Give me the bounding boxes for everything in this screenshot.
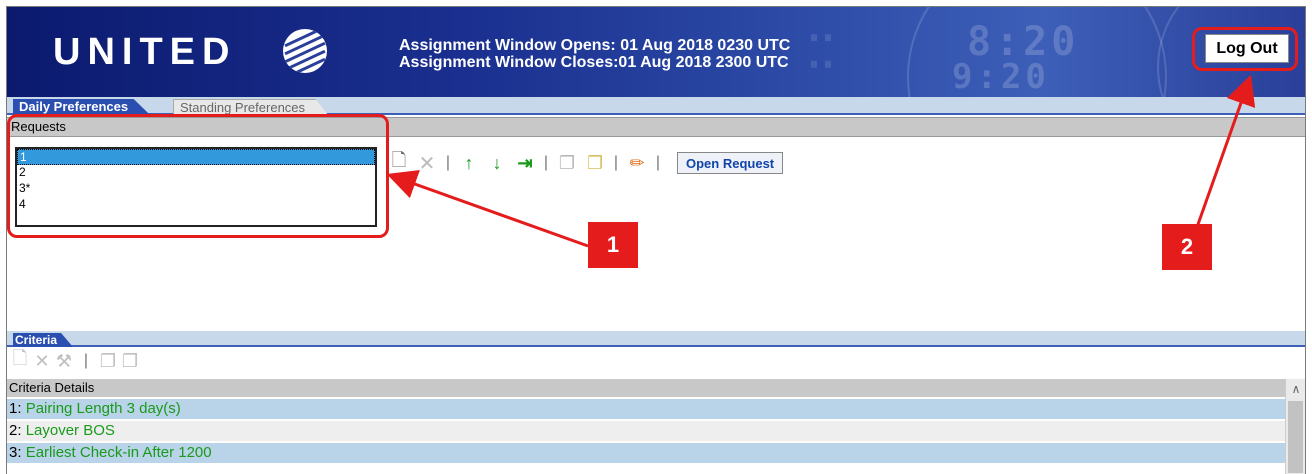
window-opens-text: Assignment Window Opens: 01 Aug 2018 023…: [399, 37, 791, 54]
criteria-row-text: Layover BOS: [25, 422, 115, 439]
toolbar-separator: |: [613, 154, 619, 171]
criteria-row-number: 1:: [9, 400, 22, 417]
tab-standing-preferences[interactable]: Standing Preferences: [173, 99, 329, 115]
criteria-row-number: 3:: [9, 444, 22, 461]
tab-criteria[interactable]: Criteria: [13, 333, 74, 347]
preferences-tabs: Standing Preferences Daily Preferences: [7, 97, 1305, 115]
requests-toolbar: 🗋 ✕ | ↑ ↓ ⇥ | ❐ ❐ | ✏ | Open Request: [389, 150, 784, 175]
delete-icon[interactable]: ✕: [33, 350, 51, 372]
new-icon[interactable]: 🗋: [11, 348, 29, 372]
header-banner: ⁚⁚ 8:20 9:20 UNITED Assignment Window Op…: [7, 7, 1305, 97]
callout-highlight-logout: [1192, 27, 1298, 71]
edit-pencil-icon[interactable]: ✏: [627, 152, 647, 174]
callout-badge-1: 1: [588, 222, 638, 268]
criteria-tab-row: Criteria: [7, 331, 1305, 347]
move-down-icon[interactable]: ↓: [487, 152, 507, 174]
paste-icon[interactable]: ❐: [585, 152, 605, 174]
decorative-clock-digits: ⁚⁚: [807, 27, 835, 78]
criteria-toolbar: 🗋 ✕ ⚒ | ❐ ❐: [11, 348, 139, 373]
assignment-window-info: Assignment Window Opens: 01 Aug 2018 023…: [399, 37, 790, 71]
criteria-row[interactable]: 1: Pairing Length 3 day(s): [7, 399, 1285, 419]
scroll-thumb[interactable]: [1288, 401, 1303, 473]
decorative-clock-digits: 9:20: [952, 57, 1050, 97]
criteria-row[interactable]: 3: Earliest Check-in After 1200: [7, 443, 1285, 463]
move-up-icon[interactable]: ↑: [459, 152, 479, 174]
criteria-row[interactable]: 2: Layover BOS: [7, 421, 1285, 441]
criteria-details-header: Criteria Details: [7, 379, 1285, 397]
toolbar-separator: |: [83, 352, 89, 369]
toolbar-separator: |: [445, 154, 451, 171]
callout-badge-2: 2: [1162, 224, 1212, 270]
globe-logo-icon: [283, 29, 327, 73]
window-closes-text: Assignment Window Closes:01 Aug 2018 230…: [399, 54, 789, 71]
delete-icon[interactable]: ✕: [417, 152, 437, 175]
tab-daily-preferences[interactable]: Daily Preferences: [13, 99, 151, 115]
united-logo-text: UNITED: [53, 31, 237, 73]
copy-icon[interactable]: ❐: [557, 152, 577, 174]
paste-icon[interactable]: ❐: [121, 350, 139, 372]
criteria-row-text: Pairing Length 3 day(s): [25, 400, 181, 417]
callout-highlight-requests: [7, 114, 389, 238]
app-frame: ⁚⁚ 8:20 9:20 UNITED Assignment Window Op…: [6, 6, 1306, 474]
open-request-button[interactable]: Open Request: [677, 152, 784, 174]
move-to-icon[interactable]: ⇥: [515, 152, 535, 174]
criteria-row-text: Earliest Check-in After 1200: [25, 444, 212, 461]
copy-icon[interactable]: ❐: [99, 350, 117, 372]
toolbar-separator: |: [655, 154, 661, 171]
new-icon[interactable]: 🗋: [389, 150, 409, 174]
wrench-icon[interactable]: ⚒: [55, 350, 73, 372]
criteria-scrollbar[interactable]: ∧: [1285, 379, 1305, 474]
toolbar-separator: |: [543, 154, 549, 171]
criteria-row-number: 2:: [9, 422, 22, 439]
scroll-up-icon[interactable]: ∧: [1286, 381, 1305, 397]
